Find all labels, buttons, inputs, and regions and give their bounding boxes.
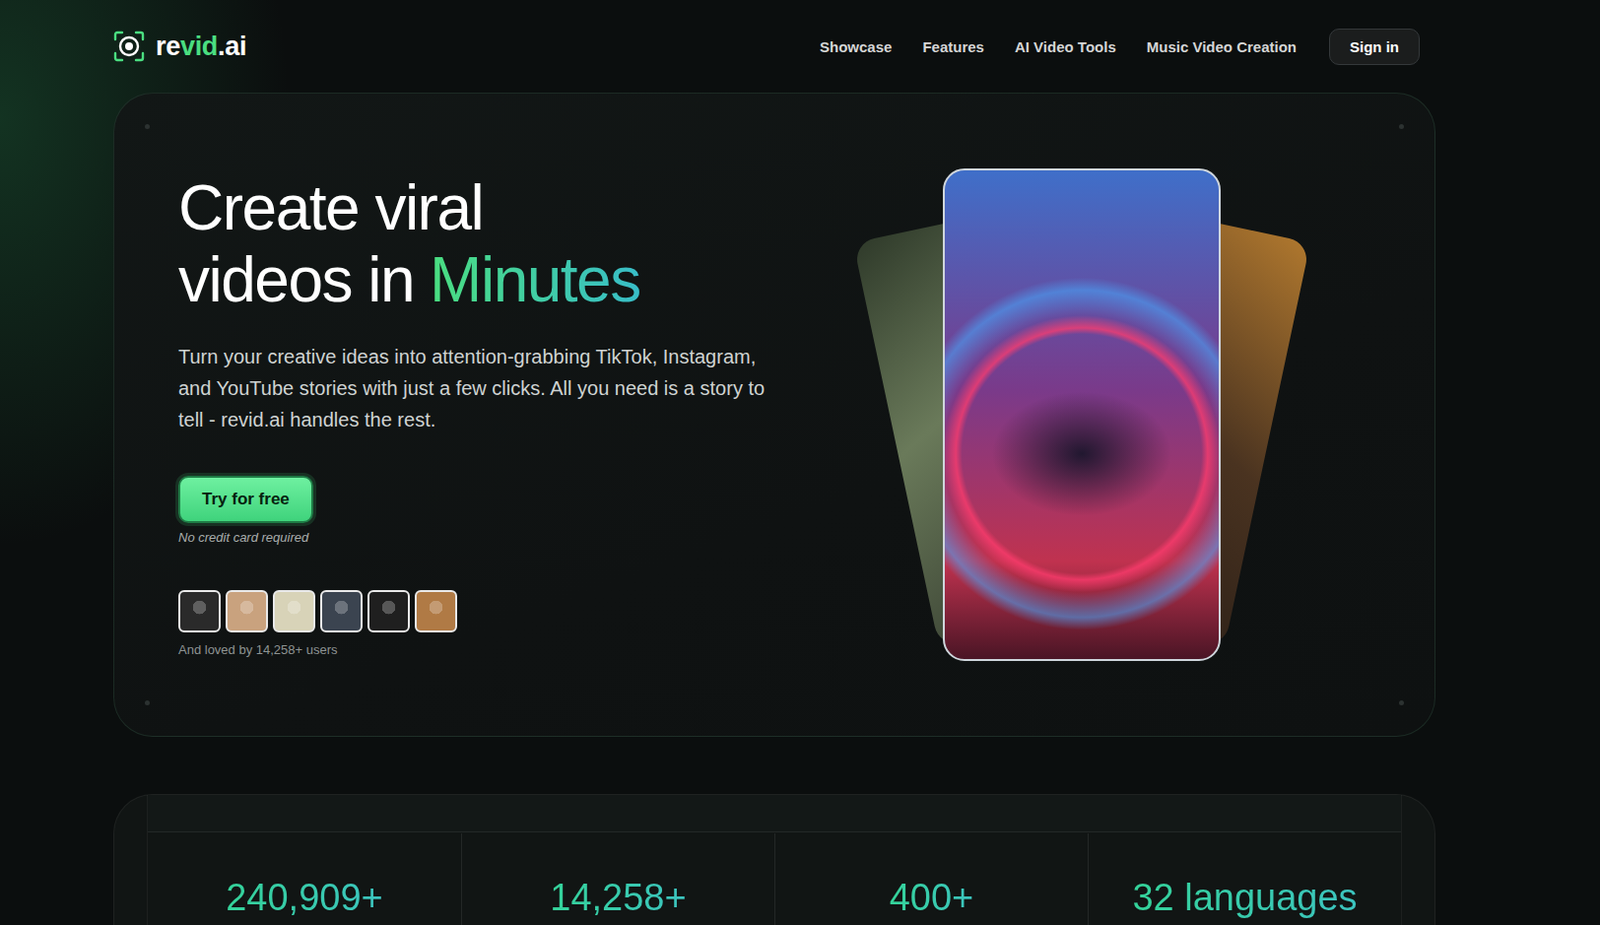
stat: 14,258+ bbox=[461, 833, 775, 925]
sign-in-button[interactable]: Sign in bbox=[1329, 28, 1420, 66]
corner-dot bbox=[144, 124, 150, 130]
stat: 32 languages bbox=[1087, 833, 1401, 925]
logo-text: revid.ai bbox=[155, 31, 247, 63]
logo-icon bbox=[112, 29, 146, 64]
try-for-free-button[interactable]: Try for free bbox=[178, 475, 314, 524]
stat-value: 32 languages bbox=[1132, 874, 1357, 925]
nav-link[interactable]: Features bbox=[922, 38, 985, 56]
stats-strip bbox=[147, 795, 1401, 833]
corner-dot bbox=[1399, 124, 1404, 130]
nav-link[interactable]: Music Video Creation bbox=[1146, 38, 1297, 56]
corner-dot bbox=[1399, 700, 1404, 706]
page: revid.ai Showcase Features AI Video Tools Mu… bbox=[0, 0, 1436, 925]
headline-line: Create viral bbox=[178, 172, 641, 245]
logo[interactable]: revid.ai bbox=[112, 29, 247, 64]
stat: 240,909+ bbox=[147, 833, 462, 925]
user-avatar bbox=[414, 590, 458, 633]
hero-card: Create viralvideos inMinutes Turn your cr… bbox=[113, 92, 1436, 737]
logo-part: .ai bbox=[217, 31, 247, 62]
stats-row: 240,909+ 14,258+ 400+ 32 languages bbox=[147, 832, 1401, 925]
stat-value: 240,909+ bbox=[225, 874, 384, 925]
headline: Create viralvideos inMinutes bbox=[178, 172, 641, 317]
hero-media bbox=[769, 93, 1435, 736]
navbar: revid.ai Showcase Features AI Video Tools Mu… bbox=[112, 0, 1436, 93]
headline-line: videos inMinutes bbox=[178, 244, 641, 317]
stat-value: 14,258+ bbox=[549, 874, 686, 925]
user-avatar bbox=[178, 590, 221, 633]
social-proof: And loved by 14,258+ users bbox=[178, 642, 338, 658]
stat: 400+ bbox=[774, 833, 1088, 925]
stats-frame: 240,909+ 14,258+ 400+ 32 languages bbox=[146, 795, 1402, 925]
user-avatar bbox=[272, 590, 316, 633]
user-avatar bbox=[320, 590, 363, 633]
video-preview[interactable] bbox=[942, 168, 1221, 662]
user-avatar bbox=[367, 590, 410, 633]
headline-accent: Minutes bbox=[429, 244, 641, 316]
video-stack bbox=[942, 168, 1221, 662]
nav-link[interactable]: AI Video Tools bbox=[1014, 38, 1117, 56]
nav-link[interactable]: Showcase bbox=[819, 38, 892, 56]
logo-part: vid bbox=[180, 31, 218, 62]
stat-value: 400+ bbox=[889, 874, 975, 925]
description: Turn your creative ideas into attention-… bbox=[178, 340, 770, 436]
avatar-list bbox=[178, 590, 458, 633]
hero-text: Create viralvideos inMinutes Turn your cr… bbox=[114, 93, 770, 736]
stats-card: 240,909+ 14,258+ 400+ 32 languages bbox=[113, 794, 1436, 925]
logo-part: re bbox=[155, 31, 181, 62]
corner-dot bbox=[144, 700, 150, 706]
nav-links: Showcase Features AI Video Tools Music Vide… bbox=[819, 28, 1420, 66]
user-avatar bbox=[225, 590, 268, 633]
no-credit-card-note: No credit card required bbox=[178, 530, 309, 545]
